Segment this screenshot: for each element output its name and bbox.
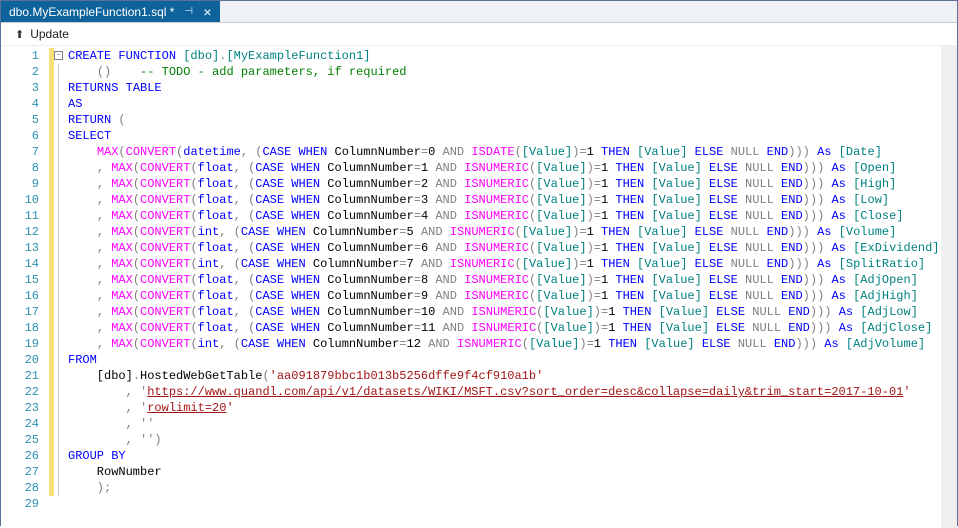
close-icon[interactable]: × [203, 5, 211, 19]
line-number-gutter: 1234567891011121314151617181920212223242… [1, 46, 49, 528]
pin-icon[interactable]: ⊣ [184, 6, 193, 17]
code-editor[interactable]: 1234567891011121314151617181920212223242… [1, 46, 957, 528]
breadcrumb-label[interactable]: Update [30, 27, 69, 41]
arrow-up-icon[interactable]: ⬆ [15, 28, 24, 41]
breadcrumb-bar: ⬆ Update [1, 23, 957, 46]
tab-title: dbo.MyExampleFunction1.sql * [9, 5, 174, 19]
file-tab[interactable]: dbo.MyExampleFunction1.sql * ⊣ × [1, 1, 220, 22]
fold-column: - [54, 46, 68, 528]
vertical-scrollbar[interactable] [941, 46, 957, 528]
code-content[interactable]: CREATE FUNCTION [dbo].[MyExampleFunction… [68, 46, 957, 528]
tab-bar: dbo.MyExampleFunction1.sql * ⊣ × [1, 1, 957, 23]
